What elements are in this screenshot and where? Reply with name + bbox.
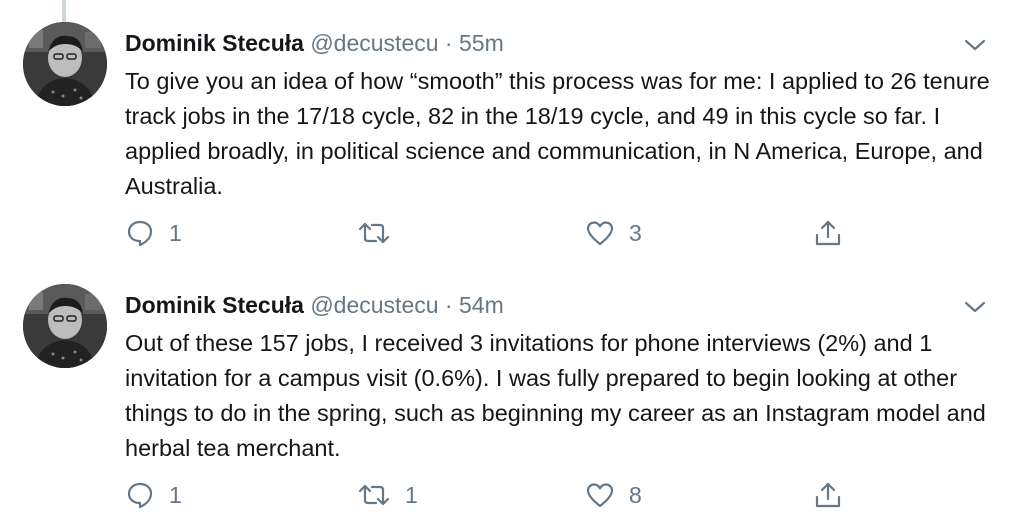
timestamp[interactable]: 55m bbox=[459, 30, 504, 56]
reply-button[interactable]: 1 bbox=[125, 215, 182, 251]
reply-button[interactable]: 1 bbox=[125, 477, 182, 513]
share-icon bbox=[813, 218, 843, 248]
chevron-down-icon[interactable] bbox=[962, 36, 988, 54]
retweet-icon bbox=[357, 480, 391, 510]
avatar[interactable] bbox=[23, 22, 107, 106]
heart-icon bbox=[585, 218, 615, 248]
share-icon bbox=[813, 480, 843, 510]
tweet-header: Dominik Stecuła @decustecu · 54m bbox=[125, 290, 504, 320]
tweet-actions: 1 1 8 bbox=[125, 477, 865, 513]
retweet-button[interactable] bbox=[357, 215, 405, 251]
tweet-text: To give you an idea of how “smooth” this… bbox=[125, 68, 990, 199]
like-count: 3 bbox=[629, 219, 642, 246]
like-button[interactable]: 3 bbox=[585, 215, 642, 251]
reply-icon bbox=[125, 480, 155, 510]
tweet-text: Out of these 157 jobs, I received 3 invi… bbox=[125, 330, 986, 461]
tweet[interactable]: Dominik Stecuła @decustecu · 54m Out of … bbox=[0, 262, 1016, 524]
heart-icon bbox=[585, 480, 615, 510]
avatar[interactable] bbox=[23, 284, 107, 368]
tweet-header: Dominik Stecuła @decustecu · 55m bbox=[125, 28, 504, 58]
author-name[interactable]: Dominik Stecuła bbox=[125, 30, 304, 56]
chevron-down-icon[interactable] bbox=[962, 298, 988, 316]
retweet-count: 1 bbox=[405, 481, 418, 508]
retweet-icon bbox=[357, 218, 391, 248]
like-count: 8 bbox=[629, 481, 642, 508]
like-button[interactable]: 8 bbox=[585, 477, 642, 513]
tweet[interactable]: Dominik Stecuła @decustecu · 55m To give… bbox=[0, 0, 1016, 262]
tweet-actions: 1 3 bbox=[125, 215, 865, 251]
author-handle[interactable]: @decustecu bbox=[310, 292, 438, 318]
retweet-button[interactable]: 1 bbox=[357, 477, 418, 513]
separator-dot: · bbox=[444, 30, 453, 56]
reply-icon bbox=[125, 218, 155, 248]
timestamp[interactable]: 54m bbox=[459, 292, 504, 318]
separator-dot: · bbox=[444, 292, 453, 318]
author-name[interactable]: Dominik Stecuła bbox=[125, 292, 304, 318]
share-button[interactable] bbox=[813, 477, 843, 513]
author-handle[interactable]: @decustecu bbox=[310, 30, 438, 56]
share-button[interactable] bbox=[813, 215, 843, 251]
reply-count: 1 bbox=[169, 219, 182, 246]
reply-count: 1 bbox=[169, 481, 182, 508]
